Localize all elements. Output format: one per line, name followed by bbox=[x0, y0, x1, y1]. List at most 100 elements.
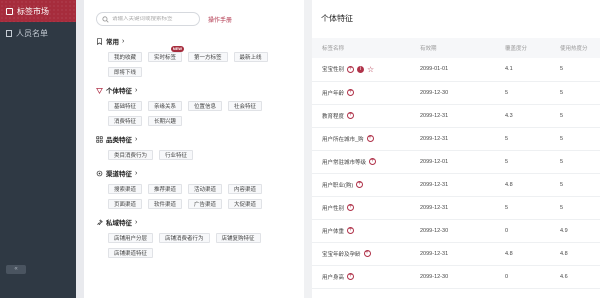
collapse-sidebar-button[interactable]: « bbox=[6, 265, 26, 274]
chevron-right-icon: › bbox=[135, 86, 138, 94]
cell-heat: 5 bbox=[550, 150, 600, 174]
tag-chip[interactable]: 社会特征 bbox=[228, 101, 263, 111]
cell-name: 用户所在城市_购 + bbox=[312, 127, 410, 151]
table-row[interactable]: 用户常驻城市等级 +2099-12-01 5 5 bbox=[312, 150, 600, 174]
tag-chip[interactable]: 即将下线 bbox=[108, 67, 143, 77]
table-row[interactable]: 宝宝年龄及孕龄 +2099-12-31 4.8 4.8 bbox=[312, 242, 600, 266]
tag-chip[interactable]: 第一方标签 bbox=[188, 52, 228, 62]
tag-chip[interactable]: 基础特征 bbox=[108, 101, 143, 111]
sidebar: 标签市场 人员名单 « bbox=[0, 0, 76, 298]
column-header[interactable]: 覆盖度分 bbox=[495, 38, 550, 58]
tag-chip-label: 实时标签 bbox=[154, 55, 177, 61]
tag-chip[interactable]: 店铺消费者行为 bbox=[159, 233, 210, 243]
tag-chip[interactable]: 消费特征 bbox=[108, 116, 143, 126]
tag-group-common: 常用 › 我的收藏 实时标签 NEW 第一方标签 最新上线 即将下线 bbox=[96, 36, 292, 77]
info-icon[interactable]: i bbox=[357, 65, 365, 73]
add-icon[interactable]: + bbox=[366, 135, 374, 142]
group-header[interactable]: 个体特征 › bbox=[96, 85, 292, 95]
cell-heat: 5 bbox=[550, 81, 600, 105]
cell-coverage: 0 bbox=[495, 265, 550, 289]
manual-link[interactable]: 操作手册 bbox=[208, 15, 232, 24]
tag-chip[interactable]: 搜索渠道 bbox=[108, 184, 143, 194]
tag-list: 我的收藏 实时标签 NEW 第一方标签 最新上线 即将下线 bbox=[96, 46, 292, 77]
chevron-right-icon: › bbox=[135, 218, 138, 226]
search-icon bbox=[102, 15, 109, 23]
column-header[interactable]: 有效期 bbox=[410, 38, 495, 58]
tag-chip[interactable]: 页面渠道 bbox=[108, 199, 143, 209]
group-title: 渠道特征 bbox=[106, 171, 132, 178]
search-box[interactable] bbox=[96, 12, 200, 26]
sidebar-item-tag-market[interactable]: 标签市场 bbox=[0, 0, 76, 22]
cell-heat: 4.9 bbox=[550, 219, 600, 243]
cell-heat: 5 bbox=[550, 173, 600, 197]
tag-chip[interactable]: 店铺渠道特征 bbox=[108, 248, 154, 258]
tag-chip[interactable]: 长期兴趣 bbox=[148, 116, 183, 126]
table-row[interactable]: 宝宝性别 + i ☆ 2099-01-01 4.1 5 bbox=[312, 58, 600, 82]
new-badge: NEW bbox=[170, 46, 185, 52]
add-icon[interactable]: + bbox=[347, 112, 355, 119]
tag-name: 用户年龄 bbox=[322, 90, 345, 97]
tag-list: 店铺用户分层 店铺消费者行为 店铺复购特征 店铺渠道特征 bbox=[96, 233, 292, 258]
add-icon[interactable]: + bbox=[347, 273, 355, 280]
tag-chip[interactable]: 内容渠道 bbox=[228, 184, 263, 194]
cell-name-inner: 用户职业(购) + bbox=[322, 181, 410, 189]
table-row[interactable]: 用户职业(购) +2099-12-31 4.8 5 bbox=[312, 173, 600, 197]
column-header[interactable]: 标签名称 bbox=[312, 38, 410, 58]
cell-name: 教育程度 + bbox=[312, 104, 410, 128]
column-header[interactable]: 使用热度分 bbox=[550, 38, 600, 58]
cell-coverage: 5 bbox=[495, 150, 550, 174]
cell-heat: 5 bbox=[550, 104, 600, 128]
tag-name: 用户体重 bbox=[322, 228, 345, 235]
table-header-row: 标签名称 有效期 覆盖度分 使用热度分 bbox=[312, 38, 600, 58]
panel-divider bbox=[304, 0, 312, 298]
search-input[interactable] bbox=[112, 16, 199, 22]
group-header[interactable]: 私域特征 › bbox=[96, 217, 292, 227]
tag-chip[interactable]: 亲缘关系 bbox=[148, 101, 183, 111]
table-row[interactable]: 教育程度 +2099-12-31 4.3 5 bbox=[312, 104, 600, 128]
add-icon[interactable]: + bbox=[356, 181, 364, 188]
tag-chip[interactable]: 大促渠道 bbox=[228, 199, 263, 209]
tag-chip[interactable]: 活动渠道 bbox=[188, 184, 223, 194]
tag-chip[interactable]: 类目消费行为 bbox=[108, 150, 154, 160]
tag-chip[interactable]: 位置信息 bbox=[188, 101, 223, 111]
table-row[interactable]: 用户身高 +2099-12-30 0 4.6 bbox=[312, 265, 600, 289]
cell-name: 用户性别 + bbox=[312, 196, 410, 220]
tag-list: 类目消费行为 行业特征 bbox=[96, 150, 292, 160]
add-icon[interactable]: + bbox=[347, 227, 355, 234]
tag-chip[interactable]: 我的收藏 bbox=[108, 52, 143, 62]
star-icon[interactable]: ☆ bbox=[367, 65, 374, 73]
tag-chip[interactable]: 店铺复购特征 bbox=[215, 233, 261, 243]
cell-date: 2099-12-30 bbox=[410, 81, 495, 105]
cell-name-inner: 用户体重 + bbox=[322, 227, 410, 235]
group-header[interactable]: 常用 › bbox=[96, 36, 292, 46]
table-row[interactable]: 用户所在城市_购 +2099-12-31 5 5 bbox=[312, 127, 600, 151]
table-row[interactable]: 用户年龄 +2099-12-30 5 5 bbox=[312, 81, 600, 105]
search-row: 操作手册 bbox=[96, 12, 292, 26]
add-icon[interactable]: + bbox=[363, 250, 371, 257]
add-icon[interactable]: + bbox=[347, 204, 355, 211]
cell-name-inner: 教育程度 + bbox=[322, 112, 410, 120]
add-icon[interactable]: + bbox=[347, 89, 355, 96]
tag-panel: 操作手册 常用 › 我的收藏 实时标签 NEW 第一方标签 最新上线 即将下线 个… bbox=[84, 0, 304, 298]
table-row[interactable]: 用户性别 +2099-12-31 5 5 bbox=[312, 196, 600, 220]
cell-date: 2099-12-30 bbox=[410, 265, 495, 289]
cell-name-inner: 用户所在城市_购 + bbox=[322, 135, 410, 143]
tag-chip[interactable]: 行业特征 bbox=[159, 150, 194, 160]
group-header[interactable]: 渠道特征 › bbox=[96, 168, 292, 178]
tag-chip[interactable]: 广告渠道 bbox=[188, 199, 223, 209]
tag-chip[interactable]: 软件渠道 bbox=[148, 199, 183, 209]
add-icon[interactable]: + bbox=[369, 158, 377, 165]
group-header[interactable]: 品类特征 › bbox=[96, 134, 292, 144]
add-icon[interactable]: + bbox=[347, 65, 355, 73]
tag-name: 用户常驻城市等级 bbox=[322, 159, 367, 166]
tag-chip[interactable]: 最新上线 bbox=[233, 52, 268, 62]
tag-chip[interactable]: 推荐渠道 bbox=[148, 184, 183, 194]
tag-chip[interactable]: 店铺用户分层 bbox=[108, 233, 154, 243]
tag-chip-realtime[interactable]: 实时标签 NEW bbox=[148, 46, 185, 62]
cell-name-inner: 用户性别 + bbox=[322, 204, 410, 212]
cell-date: 2099-12-30 bbox=[410, 219, 495, 243]
sidebar-item-people-list[interactable]: 人员名单 bbox=[0, 22, 76, 44]
tag-list: 搜索渠道 推荐渠道 活动渠道 内容渠道 页面渠道 软件渠道 广告渠道 大促渠道 bbox=[96, 184, 292, 209]
tag-name: 用户性别 bbox=[322, 205, 345, 212]
table-row[interactable]: 用户体重 +2099-12-30 0 4.9 bbox=[312, 219, 600, 243]
